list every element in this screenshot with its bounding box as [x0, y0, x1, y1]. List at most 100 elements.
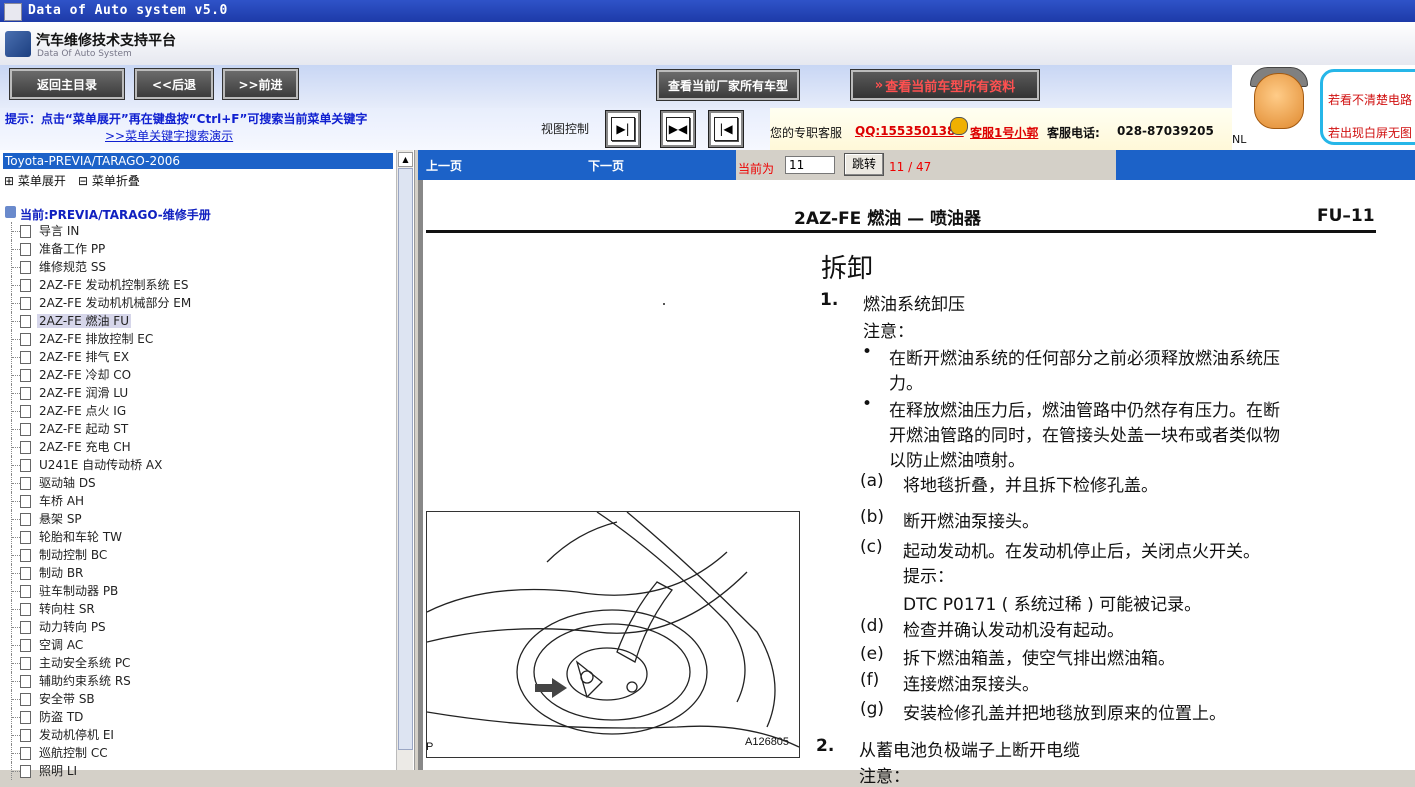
home-button[interactable]: 返回主目录: [9, 68, 125, 100]
tree-item[interactable]: 安全带 SB: [0, 690, 390, 708]
page-number-input[interactable]: [785, 156, 835, 174]
tree-item[interactable]: 制动 BR: [0, 564, 390, 582]
tree-item[interactable]: 悬架 SP: [0, 510, 390, 528]
tree-item[interactable]: 2AZ-FE 发动机机械部分 EM: [0, 294, 390, 312]
tree-item-label: 轮胎和车轮 TW: [39, 530, 123, 544]
tree-item[interactable]: 动力转向 PS: [0, 618, 390, 636]
tree-item[interactable]: 驱动轴 DS: [0, 474, 390, 492]
document-icon: [20, 567, 31, 580]
tree-item[interactable]: 主动安全系统 PC: [0, 654, 390, 672]
tree-item[interactable]: 辅助约束系统 RS: [0, 672, 390, 690]
document-icon: [20, 765, 31, 778]
document-icon: [20, 315, 31, 328]
all-models-button[interactable]: 查看当前厂家所有车型: [656, 69, 800, 101]
bullet1-line1: 在断开燃油系统的任何部分之前必须释放燃油系统压: [889, 349, 1280, 369]
tree-branch: [12, 627, 20, 628]
document-icon: [20, 603, 31, 616]
step-d-label: (d): [860, 616, 885, 636]
jump-button[interactable]: 跳转: [844, 153, 884, 176]
tree-item[interactable]: U241E 自动传动桥 AX: [0, 456, 390, 474]
view-right-button[interactable]: |◀: [708, 110, 744, 148]
expand-label: 菜单展开: [17, 174, 66, 188]
tree-item[interactable]: 2AZ-FE 燃油 FU: [0, 312, 390, 330]
tree-item[interactable]: 2AZ-FE 发动机控制系统 ES: [0, 276, 390, 294]
tree-item[interactable]: 空调 AC: [0, 636, 390, 654]
bullet2-line3: 以防止燃油喷射。: [889, 451, 1025, 471]
document-icon: [20, 333, 31, 346]
tree-item[interactable]: 巡航控制 CC: [0, 744, 390, 762]
all-data-button[interactable]: » 查看当前车型所有资料: [850, 69, 1040, 101]
collapse-menu-button[interactable]: ⊟ 菜单折叠: [78, 172, 140, 189]
next-page-link[interactable]: 下一页: [588, 157, 624, 174]
tree-item[interactable]: 发动机停机 EI: [0, 726, 390, 744]
document-icon: [20, 621, 31, 634]
document-icon: [20, 351, 31, 364]
tree-item[interactable]: 导言 IN: [0, 222, 390, 240]
collapse-label: 菜单折叠: [91, 174, 140, 188]
view-left-button[interactable]: ▶|: [605, 110, 641, 148]
tree-item-label: U241E 自动传动桥 AX: [39, 458, 163, 472]
tree-item-label: 2AZ-FE 排放控制 EC: [39, 332, 154, 346]
tree-item[interactable]: 2AZ-FE 起动 ST: [0, 420, 390, 438]
tree-item[interactable]: 制动控制 BC: [0, 546, 390, 564]
tree-item-label: 驻车制动器 PB: [39, 584, 119, 598]
qq-penguin-icon: [950, 117, 968, 135]
tree-item[interactable]: 2AZ-FE 冷却 CO: [0, 366, 390, 384]
page-code: FU–11: [1317, 206, 1375, 226]
tree-item[interactable]: 车桥 AH: [0, 492, 390, 510]
document-icon: [20, 495, 31, 508]
prev-page-link[interactable]: 上一页: [426, 157, 462, 174]
tree-scrollbar[interactable]: ▲: [396, 150, 413, 770]
tree-branch: [12, 717, 20, 718]
tree-item[interactable]: 2AZ-FE 充电 CH: [0, 438, 390, 456]
tree-item-label: 主动安全系统 PC: [39, 656, 131, 670]
document-icon: [20, 225, 31, 238]
tree-branch: [12, 537, 20, 538]
tree-item[interactable]: 防盗 TD: [0, 708, 390, 726]
step-g-label: (g): [860, 699, 885, 719]
tree-item[interactable]: 驻车制动器 PB: [0, 582, 390, 600]
tree-item[interactable]: 照明 LI: [0, 762, 390, 780]
app-subtitle: Data Of Auto System: [37, 49, 132, 59]
expand-menu-button[interactable]: ⊞ 菜单展开: [4, 172, 66, 189]
document-icon: [20, 441, 31, 454]
search-demo-link[interactable]: >>菜单关键字搜索演示: [105, 127, 233, 144]
tree-item[interactable]: 维修规范 SS: [0, 258, 390, 276]
document-icon: [20, 531, 31, 544]
tree-branch: [12, 429, 20, 430]
tree-item[interactable]: 轮胎和车轮 TW: [0, 528, 390, 546]
cs-agent-link[interactable]: 客服1号小郭: [970, 124, 1038, 141]
document-icon: [20, 423, 31, 436]
tree-current-root[interactable]: 当前:PREVIA/TARAGO-维修手册: [20, 206, 211, 223]
tree-item-label: 动力转向 PS: [39, 620, 106, 634]
tree-branch: [12, 339, 20, 340]
tree-item[interactable]: 2AZ-FE 点火 IG: [0, 402, 390, 420]
step-g-text: 安装检修孔盖并把地毯放到原来的位置上。: [903, 704, 1226, 724]
fuel-pump-drawing-icon: A126805 P: [427, 512, 799, 753]
tree-branch: [12, 411, 20, 412]
step-b-label: (b): [860, 507, 885, 527]
dtc-text: DTC P0171 ( 系统过稀 ) 可能被记录。: [903, 595, 1202, 615]
ad-bubble[interactable]: 若看不清楚电路 若出现白屏无图: [1320, 65, 1415, 150]
bullet1-line2: 力。: [889, 374, 923, 394]
back-button[interactable]: <<后退: [134, 68, 214, 100]
scroll-up-icon[interactable]: ▲: [398, 152, 413, 167]
tree-item[interactable]: 转向柱 SR: [0, 600, 390, 618]
view-split-button[interactable]: ▶◀: [660, 110, 696, 148]
step-c-text: 起动发动机。在发动机停止后，关闭点火开关。: [903, 542, 1260, 562]
mascot-nl-text: NL: [1232, 133, 1247, 146]
split-arrows-icon: ▶◀: [666, 117, 690, 141]
step2-notice: 注意：: [859, 767, 910, 787]
tree-item[interactable]: 准备工作 PP: [0, 240, 390, 258]
figure-id: A126805: [745, 736, 789, 748]
tree-item[interactable]: 2AZ-FE 排放控制 EC: [0, 330, 390, 348]
tree-branch: [12, 699, 20, 700]
tree-item[interactable]: 2AZ-FE 排气 EX: [0, 348, 390, 366]
scroll-thumb[interactable]: [398, 168, 413, 750]
forward-button[interactable]: >>前进: [222, 68, 299, 100]
tree-item[interactable]: 2AZ-FE 润滑 LU: [0, 384, 390, 402]
bullet-dot: •: [862, 394, 873, 414]
cs-qq-link[interactable]: QQ:1553501388: [855, 124, 964, 138]
bullet-dot: •: [862, 342, 873, 362]
document-icon: [20, 639, 31, 652]
